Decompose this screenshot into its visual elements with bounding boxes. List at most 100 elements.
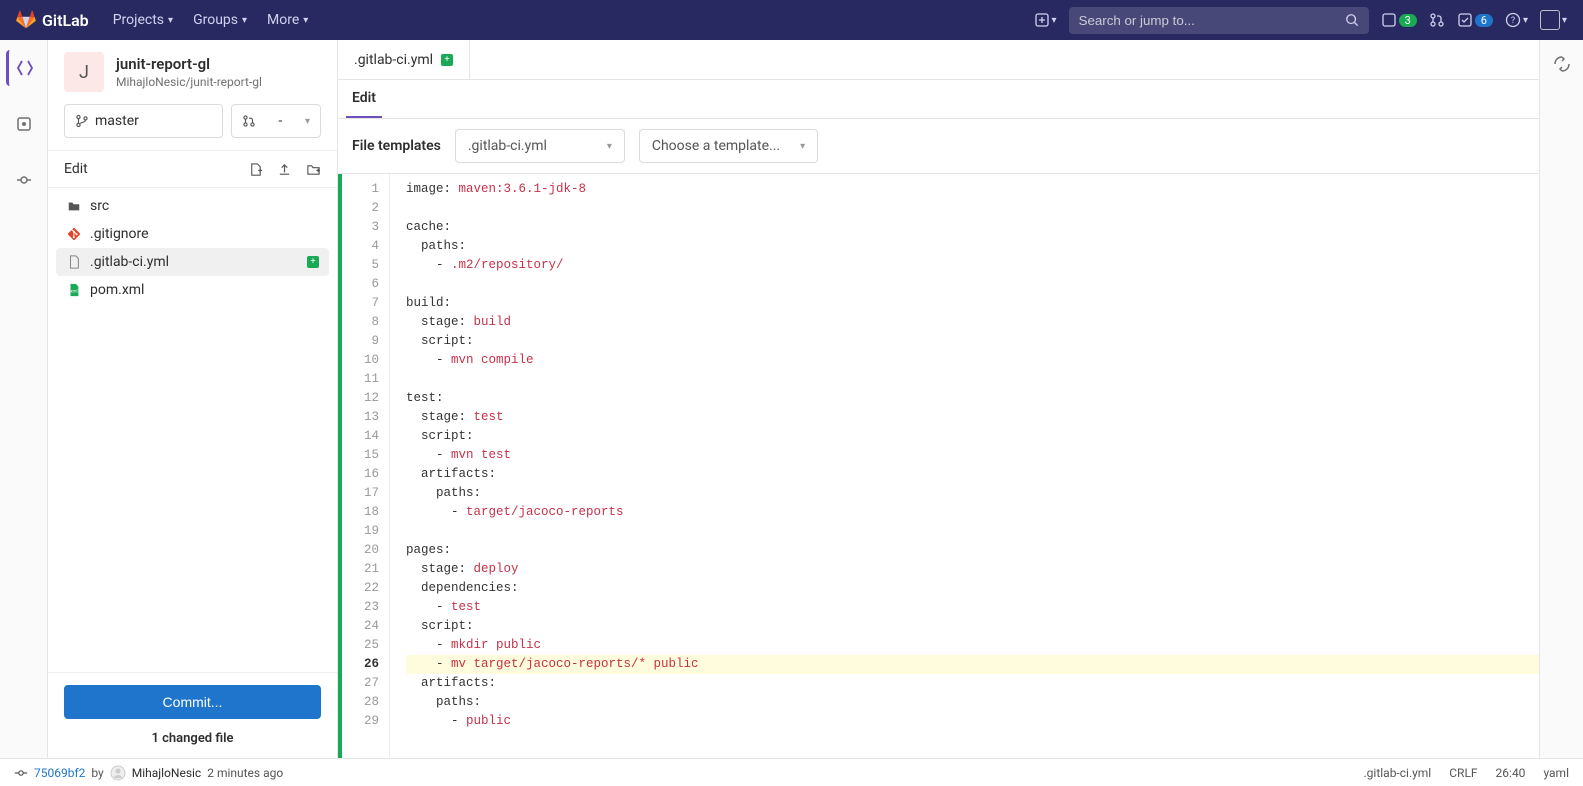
search-icon <box>1345 13 1359 27</box>
folder-icon <box>66 199 82 213</box>
editor-area: .gitlab-ci.yml + Edit File templates .gi… <box>338 40 1539 758</box>
commit-button[interactable]: Commit... <box>64 685 321 719</box>
brand-text: GitLab <box>42 11 89 30</box>
search-input[interactable] <box>1079 13 1345 28</box>
chevron-down-icon: ▾ <box>800 141 805 152</box>
project-path: MihajloNesic/junit-report-gl <box>116 75 262 89</box>
tree-item-label: .gitlab-ci.yml <box>90 254 169 270</box>
issues-count: 3 <box>1399 14 1417 27</box>
pipeline-icon[interactable] <box>1552 54 1572 74</box>
svg-text:?: ? <box>1511 16 1515 26</box>
chevron-down-icon: ▾ <box>1052 15 1057 26</box>
tree-item-label: src <box>90 198 109 214</box>
merge-icon <box>242 114 256 128</box>
chevron-down-icon: ▾ <box>305 116 310 127</box>
changed-files-label: 1 changed file <box>64 719 321 746</box>
tree-item--gitignore[interactable]: .gitignore <box>56 220 329 248</box>
nav-projects[interactable]: Projects ▾ <box>103 0 183 40</box>
tree-item--gitlab-ci-yml[interactable]: .gitlab-ci.yml + <box>56 248 329 276</box>
branch-name: master <box>95 113 139 129</box>
commit-icon <box>14 766 28 780</box>
file-icon <box>66 255 82 269</box>
tree-item-label: pom.xml <box>90 282 144 298</box>
mr-value: - <box>279 113 283 129</box>
author-name[interactable]: MihajloNesic <box>132 766 201 780</box>
branch-icon <box>75 114 89 128</box>
main-container: J junit-report-gl MihajloNesic/junit-rep… <box>0 40 1583 758</box>
toolbar-templates-label: File templates <box>352 138 441 154</box>
rail-review[interactable] <box>6 106 42 142</box>
file-tab-name: .gitlab-ci.yml <box>354 52 433 68</box>
template-type-selected: .gitlab-ci.yml <box>468 138 547 154</box>
global-search[interactable] <box>1069 7 1369 34</box>
nav-user-menu[interactable]: ▾ <box>1540 10 1567 30</box>
sidebar-section-header: Edit <box>48 150 337 188</box>
commit-sha[interactable]: 75069bf2 <box>34 766 85 780</box>
status-new-icon: + <box>307 256 319 268</box>
chevron-down-icon: ▾ <box>242 15 247 26</box>
chevron-down-icon: ▾ <box>168 15 173 26</box>
project-title: junit-report-gl <box>116 55 262 73</box>
brand[interactable]: GitLab <box>16 10 89 30</box>
status-lang[interactable]: yaml <box>1543 766 1569 780</box>
xml-icon: xml <box>66 283 82 297</box>
editor-mode-tabs: Edit <box>338 80 1539 119</box>
editor-tab-edit[interactable]: Edit <box>346 80 382 118</box>
commit-area: Commit... 1 changed file <box>48 672 337 758</box>
project-header[interactable]: J junit-report-gl MihajloNesic/junit-rep… <box>48 40 337 104</box>
new-folder-icon[interactable] <box>306 162 321 177</box>
tree-item-src[interactable]: src <box>56 192 329 220</box>
nav-issues[interactable]: 3 <box>1381 12 1417 28</box>
svg-text:xml: xml <box>70 290 77 295</box>
branch-dropdown[interactable]: master <box>64 104 223 138</box>
by-label: by <box>91 766 103 780</box>
todos-count: 6 <box>1475 14 1493 27</box>
user-avatar-icon <box>1540 10 1560 30</box>
project-avatar-letter: J <box>79 62 89 83</box>
chevron-down-icon: ▾ <box>1523 15 1528 26</box>
chevron-down-icon: ▾ <box>607 141 612 152</box>
sidebar: J junit-report-gl MihajloNesic/junit-rep… <box>48 40 338 758</box>
right-rail <box>1539 40 1583 758</box>
rail-commit[interactable] <box>6 162 42 198</box>
tree-item-pom-xml[interactable]: xml pom.xml <box>56 276 329 304</box>
toolbar: File templates .gitlab-ci.yml ▾ Choose a… <box>338 119 1539 174</box>
tree-item-label: .gitignore <box>90 226 149 242</box>
upload-icon[interactable] <box>277 162 292 177</box>
file-tab-open[interactable]: .gitlab-ci.yml + <box>338 40 470 79</box>
code-editor[interactable]: 1234567891011121314151617181920212223242… <box>338 174 1539 758</box>
file-tree: src .gitignore .gitlab-ci.yml + xml pom.xml <box>48 188 337 672</box>
commit-time: 2 minutes ago <box>207 766 283 780</box>
nav-plus[interactable]: ▾ <box>1034 12 1057 28</box>
template-choose-placeholder: Choose a template... <box>652 138 780 154</box>
sidebar-section-label: Edit <box>64 161 88 177</box>
mr-dropdown[interactable]: - ▾ <box>231 104 321 138</box>
nav-groups-label: Groups <box>193 12 238 28</box>
author-avatar-icon <box>110 765 126 781</box>
status-bar: 75069bf2 by MihajloNesic 2 minutes ago .… <box>0 758 1583 786</box>
branch-row: master - ▾ <box>48 104 337 150</box>
activity-rail <box>0 40 48 758</box>
nav-projects-label: Projects <box>113 12 164 28</box>
nav-help[interactable]: ? ▾ <box>1505 12 1528 28</box>
gitlab-logo-icon <box>16 10 36 30</box>
status-new-icon: + <box>441 54 453 66</box>
git-icon <box>66 227 82 241</box>
chevron-down-icon: ▾ <box>303 15 308 26</box>
new-file-icon[interactable] <box>248 162 263 177</box>
nav-more[interactable]: More ▾ <box>257 0 318 40</box>
project-avatar: J <box>64 52 104 92</box>
status-eol[interactable]: CRLF <box>1449 766 1477 780</box>
tabs-row: .gitlab-ci.yml + <box>338 40 1539 80</box>
nav-todos[interactable]: 6 <box>1457 12 1493 28</box>
template-type-dropdown[interactable]: .gitlab-ci.yml ▾ <box>455 129 625 163</box>
status-file: .gitlab-ci.yml <box>1364 766 1432 780</box>
template-choose-dropdown[interactable]: Choose a template... ▾ <box>639 129 818 163</box>
nav-more-label: More <box>267 12 299 28</box>
line-gutter: 1234567891011121314151617181920212223242… <box>342 174 390 758</box>
rail-edit[interactable] <box>6 50 42 86</box>
top-navbar: GitLab Projects ▾ Groups ▾ More ▾ ▾ 3 <box>0 0 1583 40</box>
code-content[interactable]: image: maven:3.6.1-jdk-8 cache: paths: -… <box>390 174 1539 758</box>
nav-merge-requests[interactable] <box>1429 12 1445 28</box>
nav-groups[interactable]: Groups ▾ <box>183 0 257 40</box>
